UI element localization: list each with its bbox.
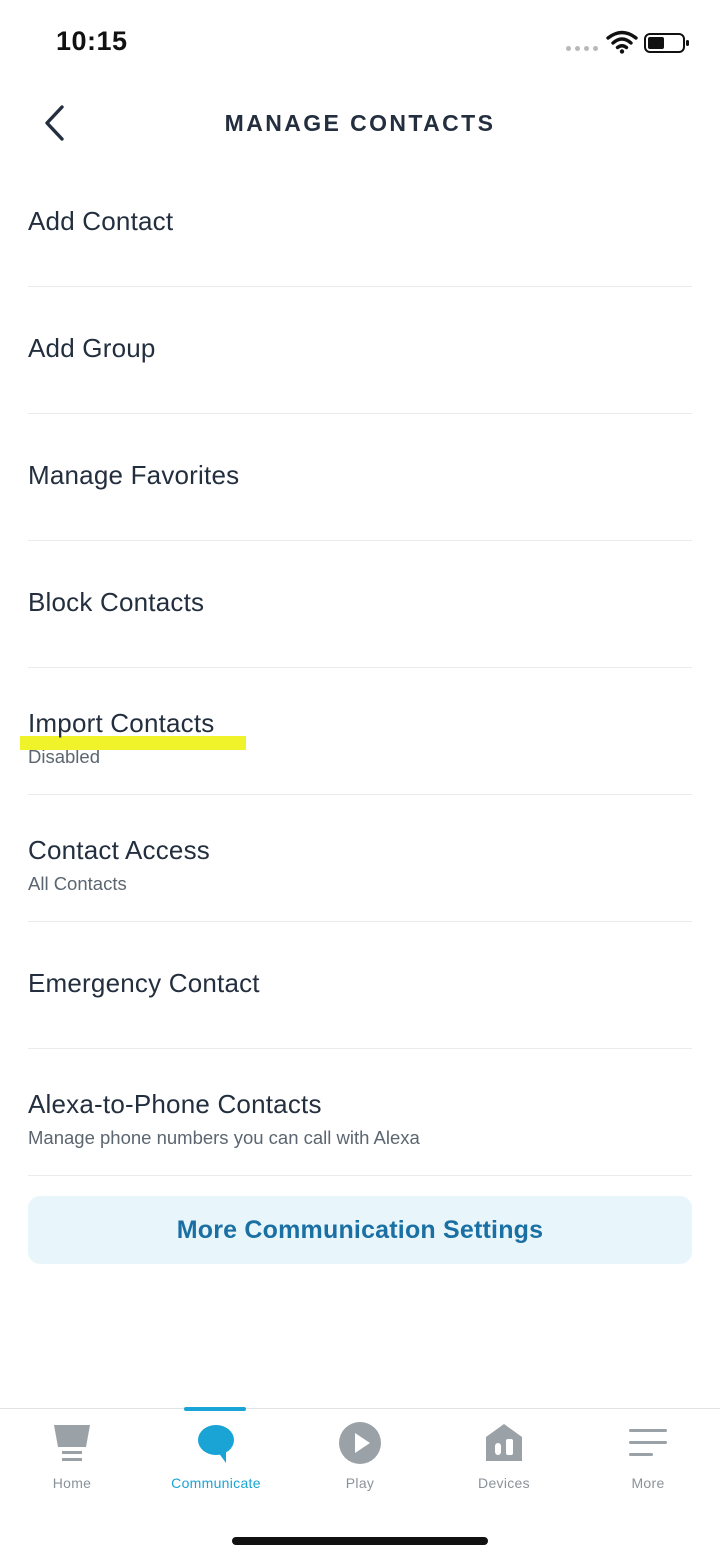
list-item-alexa-to-phone-contacts[interactable]: Alexa-to-Phone Contacts Manage phone num… bbox=[28, 1049, 692, 1176]
list-item-title: Block Contacts bbox=[28, 587, 205, 617]
devices-icon bbox=[486, 1424, 522, 1461]
screen: 10:15 MANAGE CONTACTS Add Contact Add Gr… bbox=[0, 0, 720, 1557]
tab-home[interactable]: Home bbox=[0, 1409, 144, 1509]
battery-icon bbox=[644, 33, 689, 53]
list-item-title: Import Contacts bbox=[28, 708, 215, 738]
list-item-title: Manage Favorites bbox=[28, 460, 240, 490]
status-time: 10:15 bbox=[56, 26, 128, 56]
list-item-title: Add Group bbox=[28, 333, 156, 363]
tab-play[interactable]: Play bbox=[288, 1409, 432, 1509]
list-item-title: Emergency Contact bbox=[28, 968, 260, 998]
tab-devices[interactable]: Devices bbox=[432, 1409, 576, 1509]
home-indicator[interactable] bbox=[232, 1537, 488, 1545]
tab-label: More bbox=[631, 1475, 665, 1491]
list-item-add-contact[interactable]: Add Contact bbox=[28, 160, 692, 287]
tab-bar: Home Communicate Play Devices More bbox=[0, 1407, 720, 1557]
page-title: MANAGE CONTACTS bbox=[224, 110, 496, 136]
more-communication-settings-button[interactable]: More Communication Settings bbox=[28, 1196, 692, 1264]
list-item-title: Contact Access bbox=[28, 835, 210, 865]
tab-label: Play bbox=[345, 1475, 375, 1491]
list-item-block-contacts[interactable]: Block Contacts bbox=[28, 541, 692, 668]
list-item-subtitle: All Contacts bbox=[28, 873, 127, 894]
hamburger-menu-icon bbox=[629, 1429, 667, 1456]
list-item-manage-favorites[interactable]: Manage Favorites bbox=[28, 414, 692, 541]
tab-more[interactable]: More bbox=[576, 1409, 720, 1509]
tab-label: Communicate bbox=[171, 1475, 261, 1491]
list-item-import-contacts[interactable]: Disabled Import Contacts bbox=[20, 668, 692, 795]
manage-contacts-list: Add Contact Add Group Manage Favorites B… bbox=[20, 160, 692, 1176]
list-item-title: Alexa-to-Phone Contacts bbox=[28, 1089, 322, 1119]
tab-label: Home bbox=[52, 1475, 92, 1491]
list-item-subtitle: Manage phone numbers you can call with A… bbox=[28, 1127, 420, 1148]
list-item-contact-access[interactable]: Contact Access All Contacts bbox=[28, 795, 692, 922]
list-item-title: Add Contact bbox=[28, 206, 174, 236]
cellular-signal-icon bbox=[566, 46, 598, 51]
wifi-icon bbox=[606, 30, 638, 54]
list-item-emergency-contact[interactable]: Emergency Contact bbox=[28, 922, 692, 1049]
home-icon bbox=[54, 1425, 90, 1461]
status-bar: 10:15 bbox=[0, 0, 720, 90]
tab-label: Devices bbox=[478, 1475, 530, 1491]
play-icon bbox=[339, 1422, 381, 1464]
speech-bubble-icon bbox=[198, 1425, 234, 1463]
list-item-add-group[interactable]: Add Group bbox=[28, 287, 692, 414]
header: MANAGE CONTACTS bbox=[0, 90, 720, 156]
tab-communicate[interactable]: Communicate bbox=[144, 1409, 288, 1509]
